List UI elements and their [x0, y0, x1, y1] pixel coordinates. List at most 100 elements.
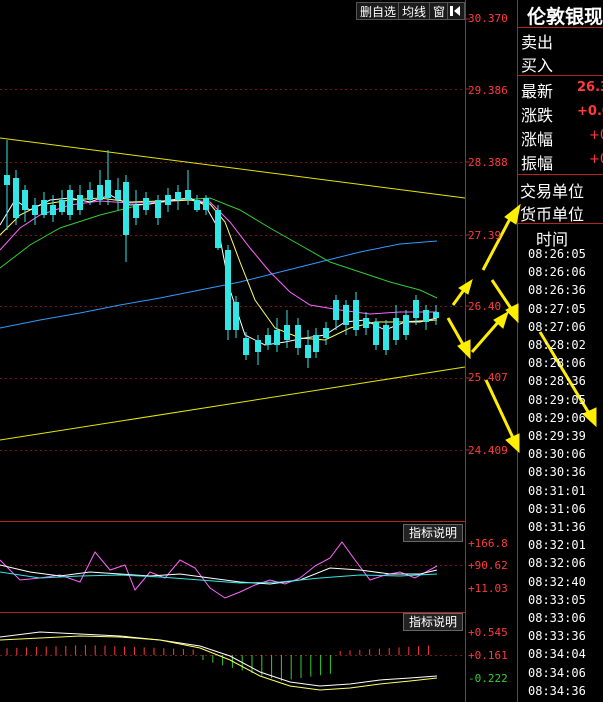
- candle-body: [165, 195, 171, 205]
- candle-body: [123, 182, 129, 235]
- candle-body: [77, 195, 83, 210]
- instrument-title: 伦敦银现: [527, 6, 603, 28]
- indicator1-tick: +90.62: [468, 559, 508, 572]
- candle-body: [133, 205, 139, 218]
- macd-line-a: [0, 631, 438, 687]
- arrow-down-3: [484, 379, 516, 441]
- quote-row-change: 涨跌 +0.0: [519, 101, 603, 125]
- time-item: 08:28:02: [528, 338, 586, 352]
- quote-label: 卖出: [521, 33, 554, 52]
- arrow-up-1: [481, 214, 514, 271]
- time-item: 08:32:01: [528, 538, 586, 553]
- time-item: 08:33:36: [528, 629, 586, 644]
- candle-body: [175, 192, 181, 200]
- candle-body: [4, 175, 10, 185]
- arrow-up-3: [470, 319, 502, 353]
- quote-label: 最新: [521, 82, 554, 101]
- candle-body: [255, 340, 261, 352]
- price-grid: [0, 89, 465, 656]
- time-item: 08:30:06: [528, 447, 586, 462]
- time-item: 08:29:39: [528, 429, 586, 443]
- currency-unit-label: 货币单位: [520, 205, 585, 224]
- time-item: 08:32:40: [528, 574, 586, 589]
- candle-body: [393, 318, 399, 340]
- quote-value: +0.0: [589, 128, 603, 143]
- candle-body: [274, 330, 280, 345]
- candle-body: [284, 325, 290, 340]
- price-tick: 28.388: [468, 156, 508, 169]
- candle-body: [383, 325, 389, 350]
- time-item: 08:29:06: [528, 410, 586, 425]
- quote-label: 涨幅: [521, 130, 554, 149]
- candle-body: [243, 338, 249, 355]
- candle-body: [373, 322, 379, 345]
- candlestick-series: [4, 140, 439, 368]
- candle-body: [433, 312, 439, 318]
- candle-body: [333, 300, 339, 320]
- candle-body: [363, 318, 369, 328]
- candle-body: [97, 185, 103, 200]
- trade-unit-label: 交易单位: [520, 182, 585, 201]
- price-tick: 29.386: [468, 84, 508, 97]
- quote-value: +0.2: [589, 152, 603, 167]
- candle-body: [233, 302, 239, 330]
- time-item: 08:34:04: [528, 647, 586, 662]
- candle-body: [265, 335, 271, 345]
- time-item: 08:28:06: [528, 356, 586, 371]
- quote-label: 振幅: [521, 154, 554, 173]
- candle-body: [155, 200, 161, 218]
- ma60-line: [0, 240, 438, 329]
- candle-body: [67, 190, 73, 215]
- window-button[interactable]: 窗: [429, 2, 450, 20]
- time-item: 08:27:06: [528, 319, 586, 334]
- time-item: 08:31:06: [528, 501, 586, 516]
- time-item: 08:33:06: [528, 611, 586, 625]
- candle-body: [143, 198, 149, 210]
- indicator1-help-button[interactable]: 指标说明: [403, 524, 463, 542]
- time-item: 08:30:36: [528, 465, 586, 480]
- chart-canvas: [0, 0, 603, 702]
- candle-body: [215, 210, 221, 248]
- macd-line-b: [0, 635, 438, 691]
- quote-row-buy: 买入: [519, 51, 603, 75]
- time-item: 08:31:01: [528, 483, 586, 498]
- time-item: 08:27:05: [528, 301, 586, 316]
- candle-body: [13, 178, 19, 218]
- indicator1-tick: +11.03: [468, 582, 508, 595]
- time-item: 08:26:05: [528, 247, 586, 261]
- candle-body: [305, 345, 311, 358]
- time-item: 08:26:36: [528, 283, 586, 298]
- candle-body: [343, 305, 349, 325]
- quote-label: 涨跌: [521, 106, 554, 125]
- time-item: 08:29:05: [528, 392, 586, 407]
- moving-average-button[interactable]: 均线: [398, 2, 431, 20]
- time-item: 08:34:36: [528, 683, 586, 698]
- quote-value: 26.3: [577, 80, 603, 95]
- indicator2-tick: +0.161: [468, 649, 508, 662]
- exit-icon[interactable]: [447, 2, 465, 20]
- time-item: 08:34:06: [528, 665, 586, 680]
- price-tick: 27.39: [468, 229, 502, 242]
- candle-body: [423, 310, 429, 322]
- candle-body: [403, 315, 409, 335]
- indicator1-line-a: [0, 541, 438, 599]
- candle-body: [50, 205, 56, 215]
- quote-row-change-pct: 涨幅 +0.0: [519, 125, 603, 149]
- indicator1-line-c: [0, 571, 438, 584]
- indicator2-help-button[interactable]: 指标说明: [403, 613, 463, 631]
- time-item: 08:33:05: [528, 592, 586, 607]
- candle-body: [225, 250, 231, 330]
- price-tick: 25.407: [468, 371, 508, 384]
- quote-value: +0.0: [577, 104, 603, 119]
- time-item: 08:26:06: [528, 265, 586, 280]
- candle-body: [313, 335, 319, 352]
- price-tick: 30.370: [468, 12, 508, 25]
- candle-body: [59, 200, 65, 212]
- time-item: 08:28:36: [528, 374, 586, 389]
- candle-body: [194, 200, 200, 210]
- quote-row-sell: 卖出: [519, 28, 603, 52]
- lower-trendline: [0, 366, 466, 441]
- quote-row-last: 最新 26.3: [519, 77, 603, 101]
- delete-watchlist-button[interactable]: 删自选: [356, 2, 401, 20]
- candle-body: [323, 328, 329, 338]
